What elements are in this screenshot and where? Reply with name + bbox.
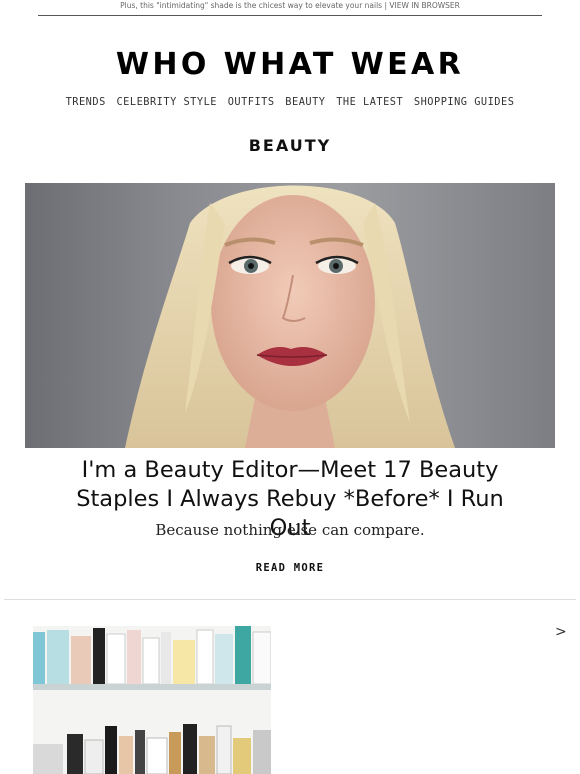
hero-image[interactable] — [25, 183, 555, 448]
preheader: Plus, this "intimidating" shade is the c… — [0, 0, 580, 12]
headline-line-1: I'm a Beauty Editor—Meet 17 Beauty — [81, 457, 499, 483]
nav-item-outfits[interactable]: OUTFITS — [228, 96, 275, 108]
hero-portrait-illustration — [125, 185, 455, 448]
nav-item-shopping-guides[interactable]: SHOPPING GUIDES — [414, 96, 515, 108]
site-logo[interactable]: WHO WHAT WEAR — [0, 47, 580, 83]
nav-item-trends[interactable]: TRENDS — [66, 96, 106, 108]
next-arrow-icon[interactable]: > — [555, 624, 567, 640]
nav-item-the-latest[interactable]: THE LATEST — [336, 96, 403, 108]
top-divider — [38, 15, 542, 16]
view-in-browser-link[interactable]: VIEW IN BROWSER — [389, 1, 459, 10]
preheader-text: Plus, this "intimidating" shade is the c… — [120, 1, 387, 10]
nav-item-celebrity-style[interactable]: CELEBRITY STYLE — [116, 96, 217, 108]
section-title: BEAUTY — [248, 136, 332, 155]
article-dek: Because nothing else can compare. — [155, 521, 425, 539]
shelf-thumbnail-image[interactable] — [33, 626, 271, 774]
shelf-products-illustration — [33, 626, 271, 774]
section-divider — [4, 599, 576, 600]
read-more-link[interactable]: READ MORE — [0, 562, 580, 574]
nav-item-beauty[interactable]: BEAUTY — [285, 96, 325, 108]
main-nav: TRENDS CELEBRITY STYLE OUTFITS BEAUTY TH… — [0, 96, 580, 108]
